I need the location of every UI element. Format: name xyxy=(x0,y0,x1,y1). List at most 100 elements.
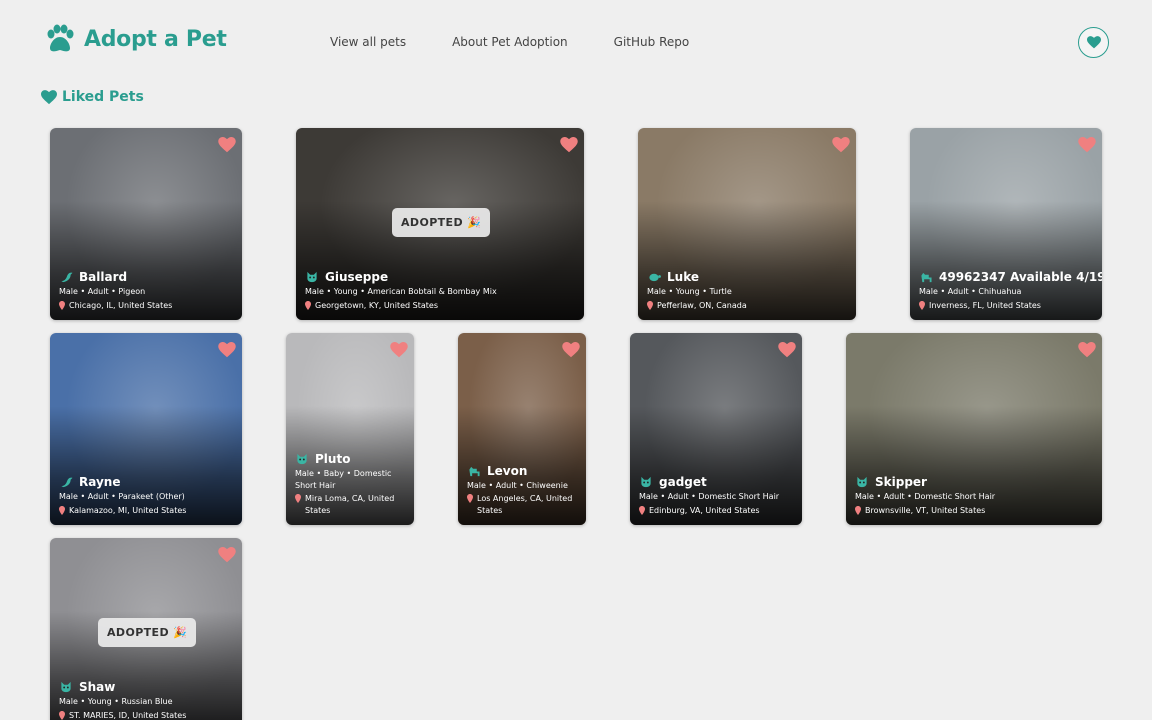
site-header: Adopt a Pet View all pets About Pet Adop… xyxy=(0,0,1152,84)
pet-card[interactable]: Luke Male • Young • Turtle Pefferlaw, ON… xyxy=(638,128,856,320)
location-pin-icon xyxy=(855,505,861,515)
pet-name: Pluto xyxy=(315,452,351,466)
pet-location: Pefferlaw, ON, Canada xyxy=(647,300,848,312)
pet-info: Ballard Male • Adult • Pigeon Chicago, I… xyxy=(59,270,234,311)
location-pin-icon xyxy=(59,710,65,720)
heart-icon xyxy=(1086,36,1101,49)
dog-icon xyxy=(921,272,932,283)
pet-card[interactable]: 49962347 Available 4/19 Male • Adult • C… xyxy=(910,128,1102,320)
pet-location-text: Pefferlaw, ON, Canada xyxy=(657,300,747,310)
pet-info: Giuseppe Male • Young • American Bobtail… xyxy=(305,270,576,311)
pet-meta: Male • Adult • Domestic Short Hair xyxy=(639,492,780,501)
pet-location: Brownsville, VT, United States xyxy=(855,505,1094,517)
pet-name-row: Ballard xyxy=(59,270,234,284)
pet-location-text: Kalamazoo, MI, United States xyxy=(69,505,187,515)
pet-location: ST. MARIES, ID, United States xyxy=(59,710,234,720)
nav-github-repo[interactable]: GitHub Repo xyxy=(614,35,690,49)
pet-info: Luke Male • Young • Turtle Pefferlaw, ON… xyxy=(647,270,848,311)
cat-icon xyxy=(857,476,867,488)
pet-name: Ballard xyxy=(79,270,128,284)
heart-icon[interactable] xyxy=(1078,342,1096,358)
pet-meta: Male • Young • Russian Blue xyxy=(59,697,173,706)
pet-name: gadget xyxy=(659,475,707,489)
pet-location-text: Georgetown, KY, United States xyxy=(315,300,438,310)
heart-icon[interactable] xyxy=(1078,137,1096,153)
heart-icon[interactable] xyxy=(562,342,580,358)
adopted-badge: ADOPTED 🎉 xyxy=(392,208,491,237)
pet-meta: Male • Young • American Bobtail & Bombay… xyxy=(305,287,497,296)
cat-icon xyxy=(61,681,71,693)
logo[interactable]: Adopt a Pet xyxy=(44,24,227,54)
pet-card[interactable]: Rayne Male • Adult • Parakeet (Other) Ka… xyxy=(50,333,242,525)
liked-pets-button[interactable] xyxy=(1078,27,1109,58)
heart-icon[interactable] xyxy=(218,137,236,153)
location-pin-icon xyxy=(639,505,645,515)
pet-info: gadget Male • Adult • Domestic Short Hai… xyxy=(639,475,794,516)
cat-icon xyxy=(641,476,651,488)
pet-location: Kalamazoo, MI, United States xyxy=(59,505,234,517)
adopted-badge: ADOPTED 🎉 xyxy=(98,618,197,647)
pet-card[interactable]: Skipper Male • Adult • Domestic Short Ha… xyxy=(846,333,1102,525)
turtle-icon xyxy=(649,273,661,282)
heart-icon[interactable] xyxy=(778,342,796,358)
pet-location: Edinburg, VA, United States xyxy=(639,505,794,517)
pet-info: 49962347 Available 4/19 Male • Adult • C… xyxy=(919,270,1102,312)
heart-icon[interactable] xyxy=(560,137,578,153)
location-pin-icon xyxy=(305,300,311,310)
heart-icon[interactable] xyxy=(832,137,850,153)
dog-icon xyxy=(469,466,480,476)
pet-name: Skipper xyxy=(875,475,927,489)
pet-name-row: Luke xyxy=(647,270,848,284)
pet-name-row: Rayne xyxy=(59,475,234,489)
section-title-text: Liked Pets xyxy=(62,89,144,105)
nav-view-all-pets[interactable]: View all pets xyxy=(330,35,406,49)
location-pin-icon xyxy=(59,300,65,310)
pet-name: Rayne xyxy=(79,475,121,489)
pet-info: Shaw Male • Young • Russian Blue ST. MAR… xyxy=(59,680,234,720)
heart-icon xyxy=(41,89,57,104)
pet-name-row: Skipper xyxy=(855,475,1094,489)
pet-info: Skipper Male • Adult • Domestic Short Ha… xyxy=(855,475,1094,516)
pet-card[interactable]: gadget Male • Adult • Domestic Short Hai… xyxy=(630,333,802,525)
paw-icon xyxy=(47,24,74,52)
cat-icon xyxy=(307,271,317,283)
pet-location-text: Mira Loma, CA, United States xyxy=(305,494,395,515)
pet-info: Levon Male • Adult • Chiweenie Los Angel… xyxy=(467,464,578,517)
pet-location-text: Chicago, IL, United States xyxy=(69,300,173,310)
heart-icon[interactable] xyxy=(218,547,236,563)
heart-icon[interactable] xyxy=(218,342,236,358)
pet-name: Shaw xyxy=(79,680,116,694)
pet-name-row: 49962347 Available 4/19 xyxy=(919,270,1102,284)
location-pin-icon xyxy=(919,300,925,310)
pet-location-text: Los Angeles, CA, United States xyxy=(477,494,573,515)
pet-location-text: Edinburg, VA, United States xyxy=(649,505,760,515)
pet-location: Mira Loma, CA, United States xyxy=(295,493,406,516)
pet-location: Georgetown, KY, United States xyxy=(305,300,576,312)
pet-name-row: Levon xyxy=(467,464,578,478)
pet-name: 49962347 Available 4/19 xyxy=(939,270,1102,284)
location-pin-icon xyxy=(295,494,301,503)
pet-name: Levon xyxy=(487,463,528,478)
location-pin-icon xyxy=(467,494,473,503)
pet-card[interactable]: Levon Male • Adult • Chiweenie Los Angel… xyxy=(458,333,586,525)
pet-name-row: Shaw xyxy=(59,680,234,694)
pet-meta: Male • Adult • Domestic Short Hair xyxy=(855,492,996,501)
pet-location: Los Angeles, CA, United States xyxy=(467,493,578,516)
pet-meta: Male • Adult • Chihuahua xyxy=(919,287,1022,296)
pet-name-row: Pluto xyxy=(295,452,406,466)
heart-icon[interactable] xyxy=(390,342,408,358)
pet-card[interactable]: Pluto Male • Baby • Domestic Short Hair … xyxy=(286,333,414,525)
main-nav: View all pets About Pet Adoption GitHub … xyxy=(330,35,735,49)
pet-meta: Male • Baby • Domestic Short Hair xyxy=(295,469,392,490)
pet-meta: Male • Adult • Chiweenie xyxy=(467,480,568,490)
pet-meta: Male • Young • Turtle xyxy=(647,287,732,296)
nav-about-pet-adoption[interactable]: About Pet Adoption xyxy=(452,35,568,49)
pet-meta: Male • Adult • Pigeon xyxy=(59,287,146,296)
section-title: Liked Pets xyxy=(41,89,144,105)
pet-name: Giuseppe xyxy=(325,270,389,284)
pet-info: Pluto Male • Baby • Domestic Short Hair … xyxy=(295,452,406,516)
pet-card[interactable]: Ballard Male • Adult • Pigeon Chicago, I… xyxy=(50,128,242,320)
pet-meta: Male • Adult • Parakeet (Other) xyxy=(59,492,185,501)
pet-location: Inverness, FL, United States xyxy=(919,300,1094,312)
location-pin-icon xyxy=(647,300,653,310)
